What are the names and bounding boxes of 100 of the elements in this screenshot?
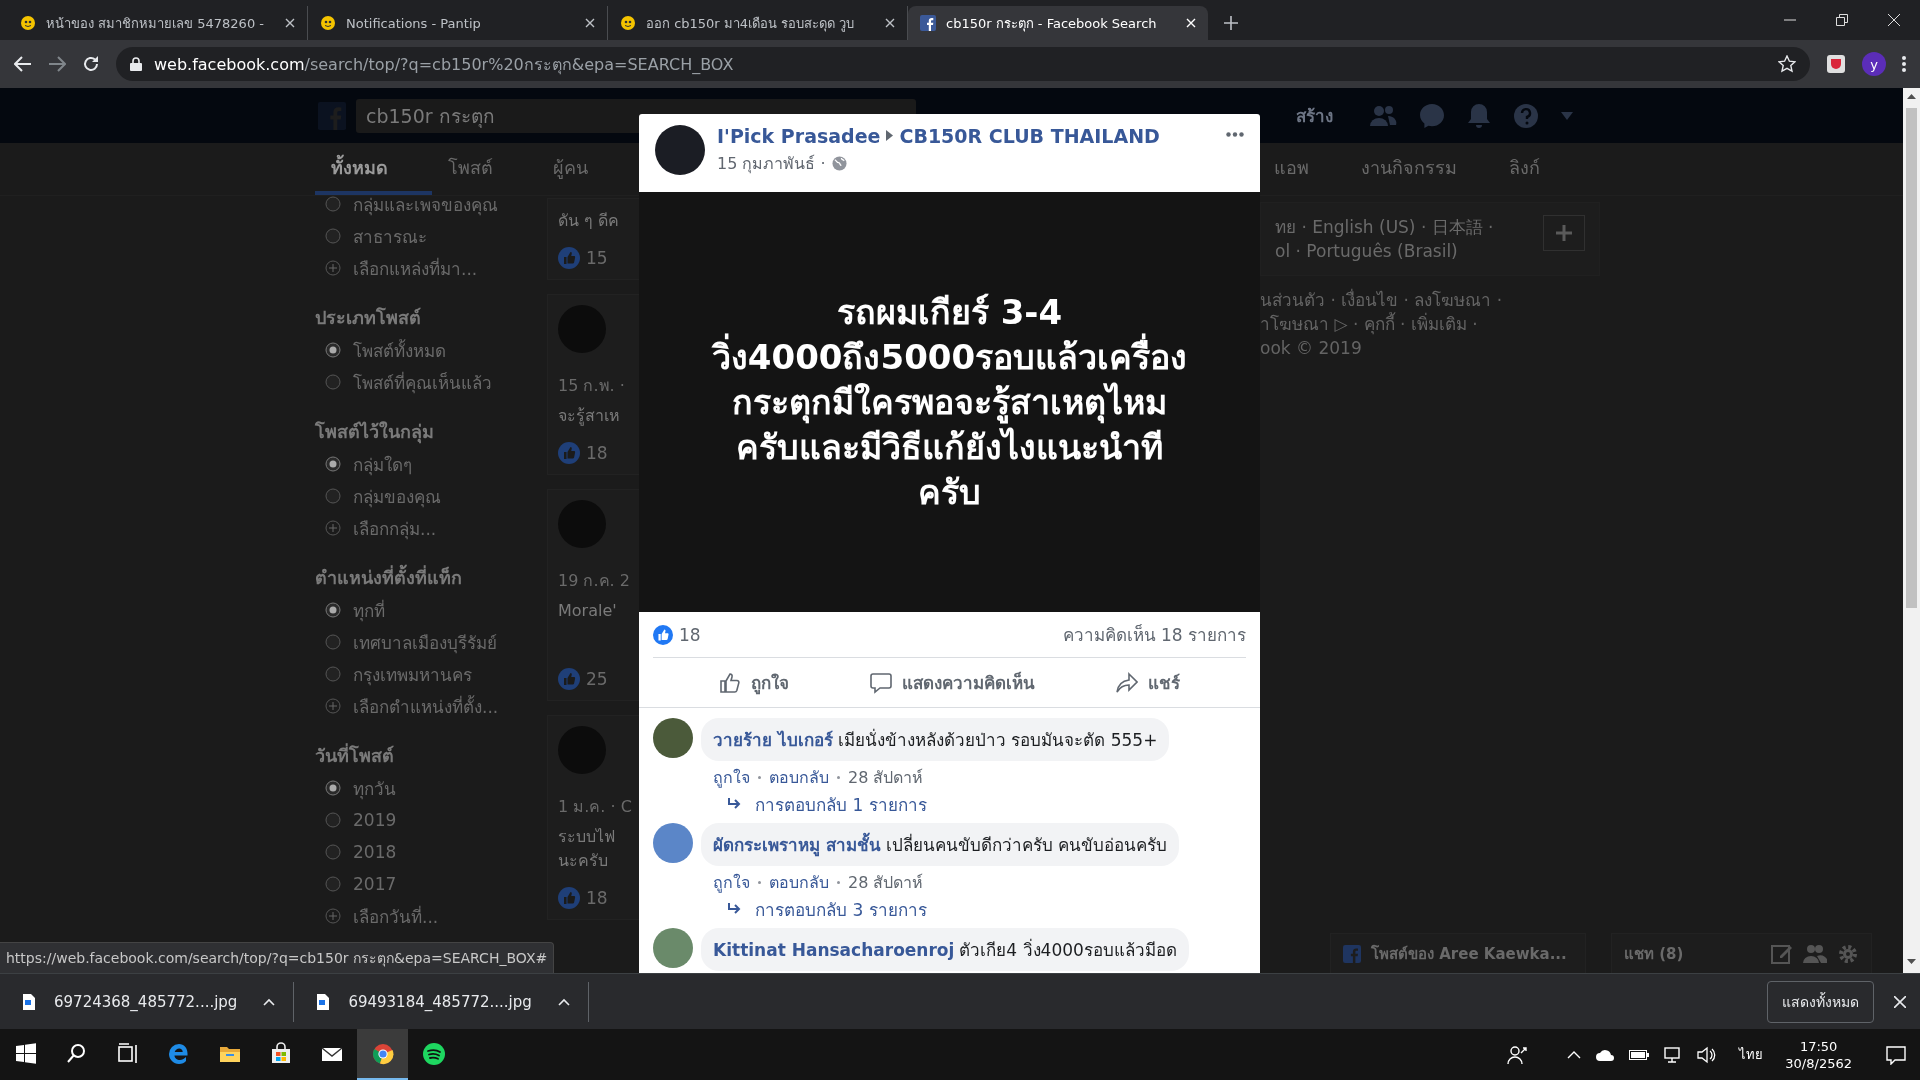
- close-icon[interactable]: [285, 18, 295, 28]
- filter-option[interactable]: กลุ่มใดๆ: [315, 448, 547, 480]
- chevron-up-icon[interactable]: [1567, 1050, 1582, 1059]
- footer-links[interactable]: นส่วนตัว · เงื่อนไข · ลงโฆษณา · าโฆษณา ▷ · คุกกี้ · เพิ่มเติม · ook © 2019: [1260, 276, 1600, 360]
- create-link[interactable]: สร้าง: [1296, 102, 1333, 129]
- post-snippet: จะรู้สาเห: [558, 405, 620, 428]
- browser-tab[interactable]: cb150r กระตุก - Facebook Search: [908, 6, 1208, 40]
- filter-add-link[interactable]: เลือกวันที่...: [315, 900, 547, 932]
- globe-icon: [831, 155, 847, 171]
- like-badge-icon: [558, 442, 580, 464]
- lock-icon: [130, 57, 142, 71]
- like-count: 18: [586, 888, 608, 908]
- replies-link[interactable]: การตอบกลับ 1 รายการ: [727, 791, 1246, 817]
- scrollbar[interactable]: [1903, 88, 1920, 973]
- search-tab[interactable]: งานกิจกรรม: [1347, 143, 1495, 195]
- post-snippet: ระบบไฟ นะครับ: [558, 826, 615, 872]
- filter-option[interactable]: ทุกที่: [315, 594, 547, 626]
- close-icon[interactable]: [885, 18, 895, 28]
- cartoon-face-icon: [320, 15, 336, 31]
- comment-count-link[interactable]: ความคิดเห็น 18 รายการ: [1062, 621, 1246, 648]
- filter-option[interactable]: ทุกวัน: [315, 772, 547, 804]
- forward-arrow-icon[interactable]: [48, 55, 66, 73]
- filter-option[interactable]: โพสต์ที่คุณเห็นแล้ว: [315, 366, 547, 398]
- like-count: 25: [586, 669, 608, 689]
- menu-dots-icon[interactable]: [1902, 55, 1906, 73]
- task-view-icon: [115, 1041, 140, 1066]
- people-icon[interactable]: [1507, 1044, 1528, 1065]
- back-arrow-icon[interactable]: [14, 55, 32, 73]
- download-item[interactable]: 69724368_485772....jpg: [0, 981, 295, 1022]
- comment-button[interactable]: แสดงความคิดเห็น: [860, 663, 1045, 702]
- input-language[interactable]: ไทย: [1739, 1044, 1764, 1065]
- spotify-logo-icon: [421, 1041, 446, 1066]
- cartoon-face-icon: [20, 15, 36, 31]
- filter-option[interactable]: สาธารณะ: [315, 220, 547, 252]
- like-button[interactable]: ถูกใจ: [709, 663, 800, 702]
- post-date: 15 ก.พ. ·: [558, 375, 625, 397]
- clock-date: 30/8/2562: [1785, 1054, 1852, 1072]
- filter-add-link[interactable]: เลือกตำแหน่งที่ตั้ง...: [315, 690, 547, 722]
- filter-option[interactable]: กรุงเทพมหานคร: [315, 658, 547, 690]
- notifications-icon[interactable]: [1886, 1044, 1906, 1065]
- search-tab[interactable]: ทั้งหมด: [315, 143, 432, 195]
- filter-add-link[interactable]: เลือกกลุ่ม...: [315, 512, 547, 544]
- filter-option[interactable]: 2019: [315, 804, 547, 836]
- cartoon-face-icon: [620, 15, 636, 31]
- edge-logo-icon: [166, 1041, 191, 1066]
- filter-option[interactable]: 2018: [315, 836, 547, 868]
- download-item[interactable]: 69493184_485772....jpg: [294, 981, 589, 1022]
- clock-time: 17:50: [1799, 1037, 1838, 1055]
- add-language-button[interactable]: [1543, 215, 1585, 251]
- chrome-logo-taskbar-button[interactable]: [357, 1029, 408, 1080]
- reload-icon[interactable]: [82, 55, 100, 73]
- battery-icon[interactable]: [1629, 1048, 1650, 1061]
- caret-up-icon: [263, 997, 276, 1006]
- speaker-icon[interactable]: [1697, 1045, 1718, 1064]
- restore-icon[interactable]: [1836, 14, 1848, 26]
- language-links[interactable]: ทย · English (US) · 日本語 · ol · Português (Brasil): [1275, 215, 1494, 263]
- filter-option[interactable]: โพสต์ทั้งหมด: [315, 334, 547, 366]
- replies-link[interactable]: การตอบกลับ 3 รายการ: [727, 896, 1246, 922]
- chat-dock-tab[interactable]: โพสต์ของ Aree Kaewka...: [1330, 933, 1586, 973]
- profile-avatar[interactable]: y: [1862, 52, 1886, 76]
- filter-add-link[interactable]: เลือกแหล่งที่มา...: [315, 252, 547, 284]
- new-tab-icon[interactable]: [1224, 16, 1238, 30]
- like-count[interactable]: 18: [679, 624, 701, 645]
- close-icon[interactable]: [585, 18, 595, 28]
- plus-circle-icon: [325, 520, 341, 536]
- like-link[interactable]: ถูกใจ: [713, 869, 750, 895]
- file-icon: [22, 992, 36, 1011]
- more-dots-icon[interactable]: [1226, 132, 1244, 137]
- comment-text: ตัวเกีย4 วิ่ง4000รอบแล้วมีอด: [959, 940, 1177, 960]
- clock[interactable]: 17:50 30/8/2562: [1785, 1037, 1852, 1072]
- shield-extension-icon[interactable]: [1826, 54, 1846, 74]
- filter-heading: โพสต์ไว้ในกลุ่ม: [315, 420, 435, 446]
- commenter-link[interactable]: วายร้าย ไบเกอร์: [713, 730, 833, 750]
- close-icon[interactable]: [1888, 14, 1900, 26]
- status-tooltip: https://web.facebook.com/search/top/?q=cb150r กระตุก&epa=SEARCH_BOX#: [0, 942, 555, 973]
- reply-link[interactable]: ตอบกลับ: [769, 869, 829, 895]
- cloud-icon[interactable]: [1595, 1048, 1616, 1061]
- avatar-placeholder: [653, 823, 693, 863]
- commenter-link[interactable]: Kittinat Hansacharoenroj: [713, 940, 955, 960]
- star-icon[interactable]: [1778, 55, 1796, 73]
- like-count: 15: [586, 248, 608, 268]
- comment-time: 28 สัปดาห์: [848, 766, 924, 789]
- comment-time: 28 สัปดาห์: [848, 871, 924, 894]
- like-badge-icon: [558, 247, 580, 269]
- filter-option[interactable]: เทศบาลเมืองบุรีรัมย์: [315, 626, 547, 658]
- windows-logo-icon: [13, 1041, 38, 1066]
- search-tab[interactable]: ลิงก์: [1495, 143, 1578, 195]
- show-all-button[interactable]: แสดงทั้งหมด: [1767, 980, 1874, 1023]
- post-date[interactable]: 15 กุมภาพันธ์ ·: [717, 150, 826, 176]
- search-tab[interactable]: แอพ: [1260, 143, 1347, 195]
- reply-link[interactable]: ตอบกลับ: [769, 764, 829, 790]
- filter-option[interactable]: 2017: [315, 868, 547, 900]
- share-arrow-icon: [1115, 671, 1138, 694]
- avatar-placeholder: [655, 125, 705, 175]
- like-badge-icon: [558, 668, 580, 690]
- like-link[interactable]: ถูกใจ: [713, 764, 750, 790]
- facebook-logo-icon: [1343, 944, 1361, 963]
- filter-option[interactable]: กลุ่มของคุณ: [315, 480, 547, 512]
- share-button[interactable]: แชร์: [1105, 663, 1190, 702]
- plus-icon: [1556, 225, 1572, 241]
